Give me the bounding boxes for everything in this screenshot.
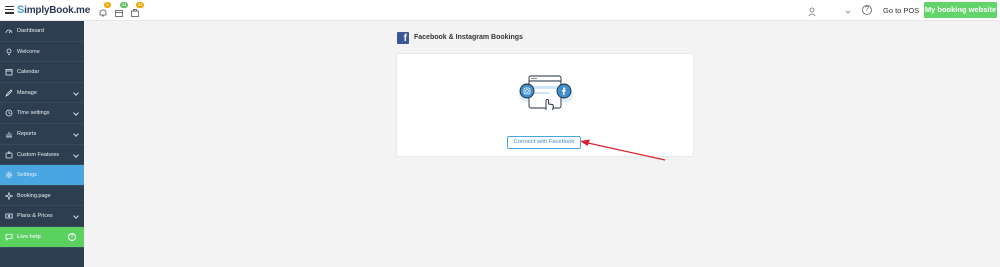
sidebar-item-plans-prices[interactable]: Plans & Prices <box>0 206 84 227</box>
hamburger-menu-icon[interactable] <box>5 6 14 14</box>
sidebar-item-time-settings[interactable]: Time settings <box>0 103 84 124</box>
bulb-icon <box>6 48 12 55</box>
sidebar-item-label: Calendar <box>17 69 40 76</box>
page-title: Facebook & Instagram Bookings <box>414 34 523 41</box>
social-booking-illustration <box>519 75 573 111</box>
chevron-down-icon <box>73 151 79 158</box>
calendar-badge: 21 <box>120 2 129 8</box>
notifications-badge: 0 <box>104 2 111 8</box>
sidebar-item-label: Booking.page <box>17 192 51 199</box>
ticket-icon <box>5 213 13 219</box>
bell-icon <box>99 9 107 17</box>
sidebar-item-calendar[interactable]: Calendar <box>0 62 84 83</box>
facebook-logo-icon: f <box>397 32 409 44</box>
my-booking-website-button[interactable]: My booking website <box>924 2 997 18</box>
sidebar-item-label: Reports <box>17 130 37 137</box>
chevron-down-icon <box>73 213 79 220</box>
brand-logo[interactable]: SimplyBook.me <box>17 4 90 16</box>
instagram-icon <box>519 83 535 99</box>
puzzle-icon <box>5 150 13 158</box>
chevron-down-icon <box>845 10 851 14</box>
facebook-connect-card: Connect with Facebook <box>397 54 693 156</box>
facebook-icon <box>556 83 572 99</box>
sidebar-item-welcome[interactable]: Welcome <box>0 42 84 63</box>
pencil-icon <box>5 89 13 97</box>
user-icon <box>808 7 816 17</box>
chart-icon <box>6 131 12 138</box>
sparkle-icon <box>5 191 13 200</box>
sidebar-item-label: Time settings <box>17 110 50 117</box>
tasks-badge-button[interactable]: 43 <box>130 2 145 17</box>
gear-icon <box>5 171 13 179</box>
chat-icon <box>5 234 13 241</box>
help-circle-icon[interactable]: ? <box>68 232 76 241</box>
sidebar-item-custom-features[interactable]: Custom Features <box>0 145 84 166</box>
chevron-down-icon <box>73 110 79 117</box>
live-help-button[interactable]: Live help ? <box>0 226 84 248</box>
sidebar-item-reports[interactable]: Reports <box>0 124 84 145</box>
top-bar: SimplyBook.me 0 21 43 ? Go to POS My boo… <box>0 0 1000 21</box>
sidebar-item-booking-page[interactable]: Booking.page <box>0 186 84 207</box>
sidebar-item-label: Settings <box>17 172 37 179</box>
notifications-button[interactable]: 0 <box>98 2 111 17</box>
help-button[interactable]: ? <box>862 5 872 15</box>
calendar-icon <box>115 10 123 17</box>
connect-with-facebook-button[interactable]: Connect with Facebook <box>507 136 581 149</box>
user-menu[interactable] <box>808 5 854 17</box>
go-to-pos-button[interactable]: Go to POS <box>880 4 922 17</box>
calendar-icon <box>5 69 13 76</box>
sidebar-item-label: Manage <box>17 89 37 96</box>
chevron-down-icon <box>73 89 79 96</box>
chevron-down-icon <box>73 131 79 137</box>
dashboard-icon <box>5 29 13 34</box>
sidebar-item-label: Welcome <box>17 48 40 55</box>
clock-icon <box>5 109 13 117</box>
sidebar-item-manage[interactable]: Manage <box>0 83 84 104</box>
calendar-badge-button[interactable]: 21 <box>114 2 129 17</box>
sidebar-item-label: Plans & Prices <box>17 213 53 220</box>
sidebar-item-label: Dashboard <box>17 28 44 34</box>
sidebar-item-label: Custom Features <box>17 151 60 158</box>
tasks-badge: 43 <box>136 2 145 8</box>
sidebar: Dashboard Welcome Calendar Manage Time s… <box>0 21 84 267</box>
sidebar-item-dashboard[interactable]: Dashboard <box>0 21 84 42</box>
briefcase-icon <box>131 9 139 17</box>
live-help-label: Live help <box>17 233 41 240</box>
sidebar-item-settings[interactable]: Settings <box>0 165 84 186</box>
